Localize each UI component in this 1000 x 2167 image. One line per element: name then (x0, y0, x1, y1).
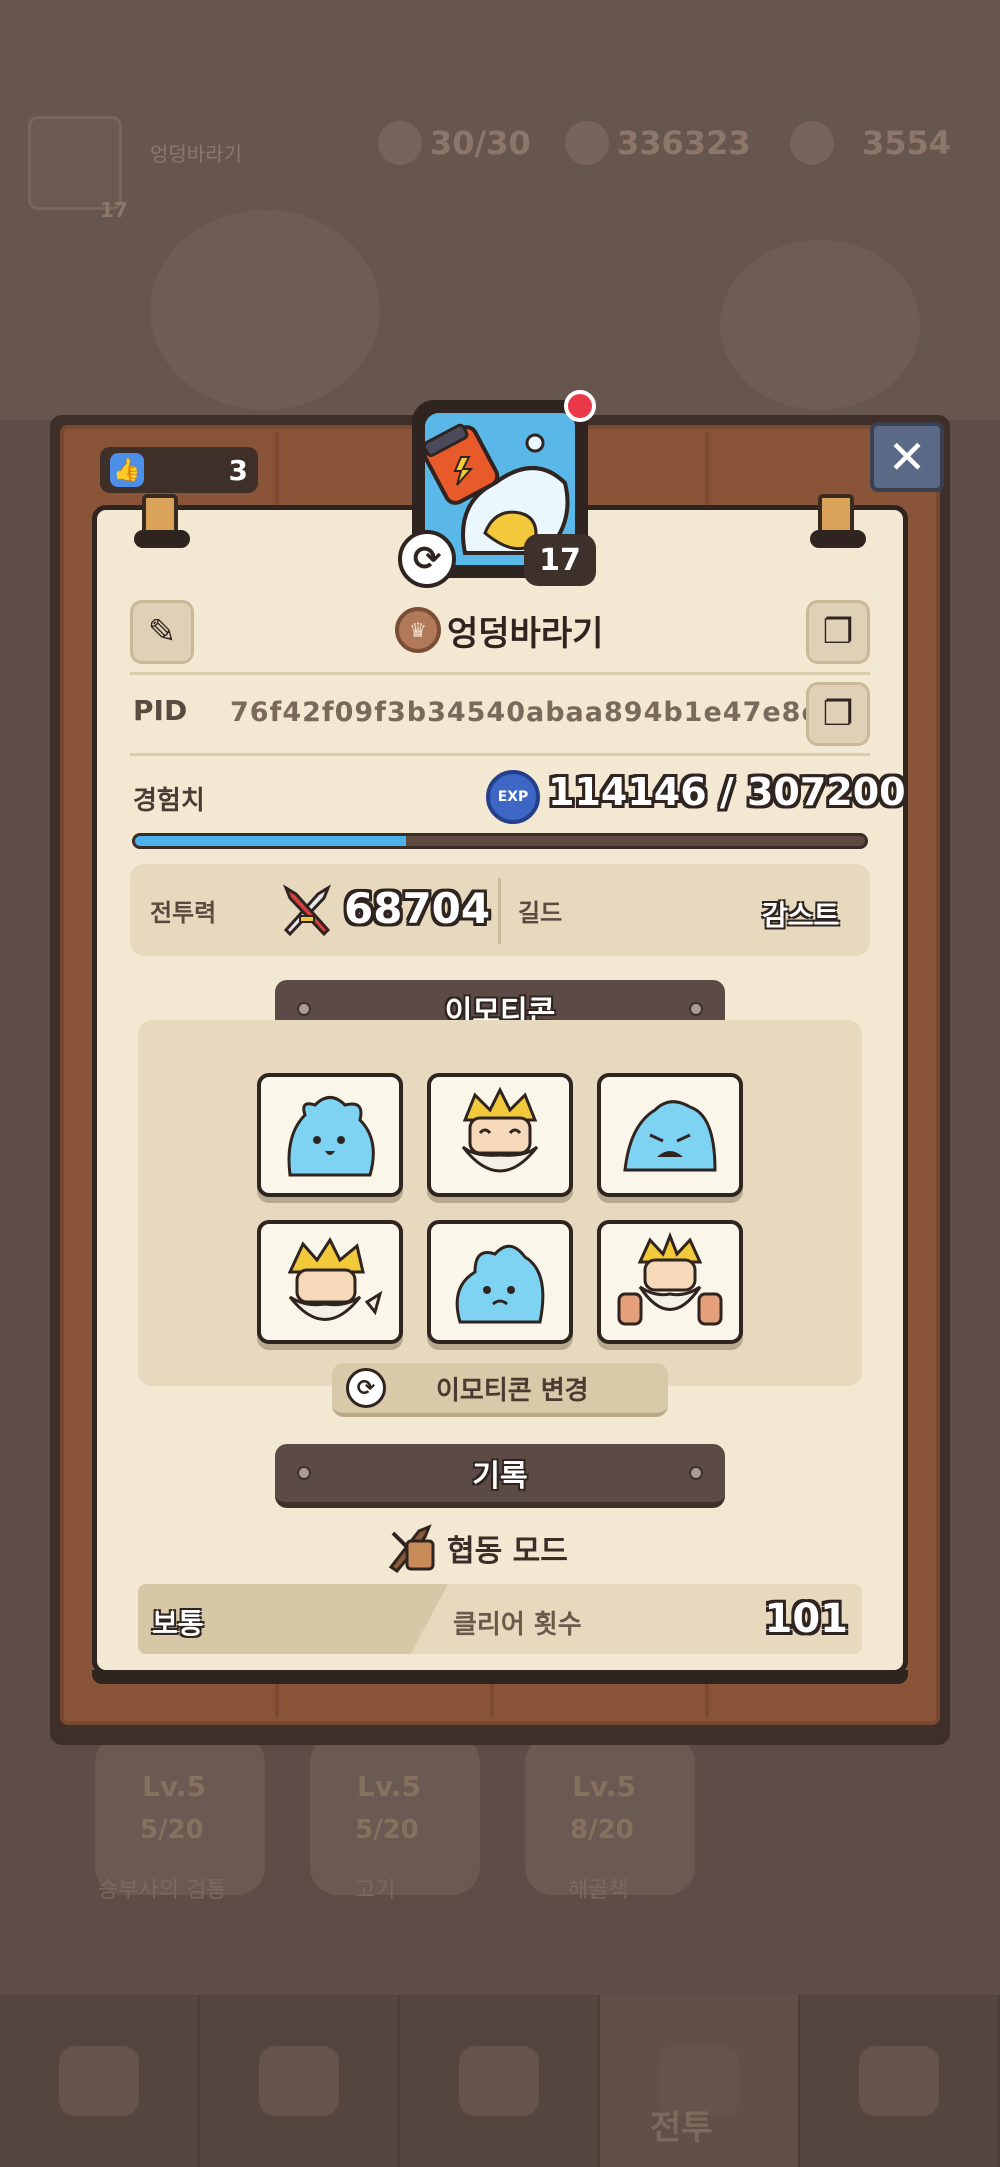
power-value: 68704 (344, 884, 491, 933)
nav-tab (0, 1995, 200, 2167)
gem-value: 3554 (862, 124, 952, 162)
like-counter[interactable]: 👍 3 (100, 447, 258, 493)
energy-value: 30/30 (430, 124, 531, 162)
blue-ghost-crying-icon (623, 1100, 717, 1172)
record-row: 보통 클리어 횟수 101 (138, 1584, 862, 1654)
divider (130, 753, 870, 756)
copy-name-button[interactable]: ❐ (806, 600, 870, 664)
exp-icon: EXP (486, 770, 540, 824)
background-bottom-nav (0, 1995, 1000, 2167)
emoticon-slot-2[interactable] (427, 1073, 573, 1197)
stats-divider (498, 878, 501, 944)
record-section-title: 기록 (472, 1459, 528, 1494)
background-character (150, 210, 380, 410)
paper-clip-icon (134, 494, 192, 550)
close-icon: ✕ (887, 430, 927, 484)
card-label: 승부사의 검통 (98, 1878, 227, 1903)
card-count: 5/20 (140, 1815, 204, 1845)
king-shocked-icon (287, 1236, 383, 1321)
record-clear-count: 101 (764, 1596, 849, 1642)
refresh-avatar-icon[interactable]: ⟳ (398, 530, 456, 588)
background-gold: 336323 (565, 120, 751, 166)
record-section-banner: 기록 (275, 1444, 725, 1508)
card-count: 5/20 (355, 1815, 419, 1845)
coop-mode-label: 협동 모드 (447, 1534, 568, 1569)
card-level: Lv.5 (572, 1770, 636, 1803)
copy-icon: ❐ (822, 612, 854, 652)
blue-ghost-happy-icon (287, 1096, 375, 1177)
thumbs-up-icon: 👍 (110, 453, 144, 487)
blue-ghost-worried-icon (455, 1244, 545, 1324)
coop-mode-header: 협동 모드 (385, 1522, 568, 1574)
background-gems: 3554 (790, 120, 951, 166)
exp-progress-fill (135, 836, 407, 846)
crown-medal-icon: ♛ (395, 607, 441, 653)
pid-value: 76f42f09f3b34540abaa894b1e47e8e7 (230, 697, 841, 728)
like-count: 3 (228, 453, 248, 487)
crossed-swords-icon (282, 884, 332, 937)
banner-pin (297, 1466, 311, 1480)
paper-edge (92, 1670, 908, 1684)
edit-icon: ✎ (147, 612, 177, 652)
nav-tab (200, 1995, 400, 2167)
king-laughing-icon (461, 1086, 539, 1173)
close-button[interactable]: ✕ (870, 422, 944, 492)
king-thumbs-up-icon (617, 1232, 723, 1326)
energy-icon (378, 121, 422, 165)
emoticon-slot-3[interactable] (597, 1073, 743, 1197)
banner-pin (689, 1466, 703, 1480)
divider (130, 672, 870, 675)
nav-tab (800, 1995, 1000, 2167)
background-level: 17 (100, 198, 128, 222)
gem-icon (790, 121, 834, 165)
card-count: 8/20 (570, 1815, 634, 1845)
player-name-row: ♛ 엉덩바라기 (395, 605, 603, 655)
paper-clip-icon (810, 494, 868, 550)
background-energy: 30/30 (378, 120, 531, 166)
record-difficulty: 보통 (152, 1607, 204, 1640)
banner-pin (689, 1002, 703, 1016)
change-emoticon-label: 이모티콘 변경 (436, 1375, 589, 1406)
guild-label: 길드 (518, 899, 563, 927)
refresh-icon: ⟳ (346, 1368, 386, 1408)
card-level: Lv.5 (357, 1770, 421, 1803)
emoticon-slot-4[interactable] (257, 1220, 403, 1344)
gold-icon (565, 121, 609, 165)
emoticon-slot-5[interactable] (427, 1220, 573, 1344)
copy-icon: ❐ (822, 694, 854, 734)
change-emoticon-button[interactable]: ⟳ 이모티콘 변경 (332, 1363, 668, 1417)
emoticon-slot-1[interactable] (257, 1073, 403, 1197)
nav-tab-battle-label: 전투 (650, 2108, 713, 2148)
background-character (720, 240, 920, 410)
guild-value: 감스트 (762, 899, 840, 932)
emoticon-slot-6[interactable] (597, 1220, 743, 1344)
pid-label: PID (133, 694, 188, 727)
notification-dot (564, 390, 596, 422)
card-label: 고기 (355, 1878, 396, 1903)
nav-tab (400, 1995, 600, 2167)
player-name: 엉덩바라기 (447, 613, 604, 654)
record-clear-label: 클리어 횟수 (453, 1610, 582, 1640)
edit-name-button[interactable]: ✎ (130, 600, 194, 664)
copy-pid-button[interactable]: ❐ (806, 682, 870, 746)
background-player-name: 엉덩바라기 (150, 142, 242, 166)
gold-value: 336323 (617, 124, 751, 162)
avatar-level-badge: 17 (524, 534, 596, 586)
exp-label: 경험치 (133, 786, 205, 816)
power-label: 전투력 (150, 899, 217, 927)
card-label: 해골책 (568, 1878, 629, 1903)
banner-pin (297, 1002, 311, 1016)
exp-progress-bar (132, 833, 868, 849)
background-avatar (28, 116, 122, 210)
card-level: Lv.5 (142, 1770, 206, 1803)
coop-weapons-icon (388, 1524, 435, 1573)
exp-value: 114146 / 307200 (548, 770, 906, 814)
